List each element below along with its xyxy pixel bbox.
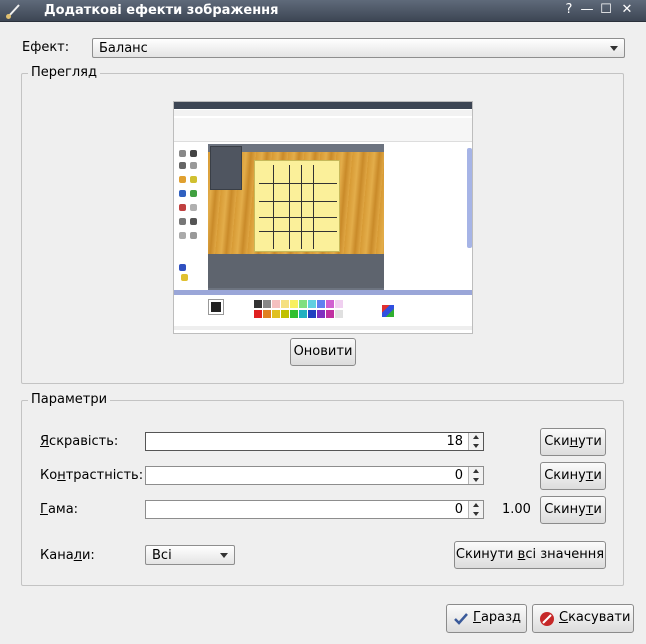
brightness-reset-button[interactable]: Скинути bbox=[540, 428, 606, 456]
checkmark-icon bbox=[454, 613, 468, 625]
contrast-reset-button[interactable]: Скинути bbox=[540, 462, 606, 490]
chevron-down-icon bbox=[610, 46, 618, 51]
gamma-display-value: 1.00 bbox=[502, 502, 531, 517]
effect-select[interactable]: Баланс bbox=[92, 38, 625, 58]
brightness-value: 18 bbox=[446, 434, 463, 449]
window-title: Додаткові ефекти зображення bbox=[44, 3, 279, 18]
spin-down-icon bbox=[473, 478, 479, 482]
brush-icon bbox=[6, 4, 20, 19]
spin-arrows[interactable] bbox=[468, 467, 483, 484]
gamma-spinbox[interactable]: 0 bbox=[145, 500, 484, 519]
preview-group-title: Перегляд bbox=[28, 65, 100, 80]
reset-all-button[interactable]: Скинути всі значення bbox=[454, 541, 606, 569]
close-button[interactable]: ✕ bbox=[619, 2, 635, 18]
effect-label: Ефект: bbox=[22, 40, 70, 55]
minimize-button[interactable]: — bbox=[579, 2, 595, 18]
cancel-icon bbox=[540, 612, 554, 626]
channels-label: Канали: bbox=[40, 548, 95, 563]
spin-up-icon bbox=[473, 435, 479, 439]
spin-up-icon bbox=[473, 503, 479, 507]
spin-arrows[interactable] bbox=[468, 433, 483, 450]
maximize-button[interactable]: ☐ bbox=[598, 2, 614, 18]
spin-arrows[interactable] bbox=[468, 501, 483, 518]
update-button[interactable]: Оновити bbox=[290, 338, 356, 366]
brightness-label: Яскравість: bbox=[40, 434, 119, 449]
channels-select[interactable]: Всі bbox=[145, 545, 235, 565]
gamma-reset-button[interactable]: Скинути bbox=[540, 496, 606, 524]
params-group-title: Параметри bbox=[28, 392, 111, 407]
brightness-spinbox[interactable]: 18 bbox=[145, 432, 484, 451]
help-button[interactable]: ? bbox=[561, 2, 577, 18]
spin-up-icon bbox=[473, 469, 479, 473]
channels-select-value: Всі bbox=[152, 548, 172, 563]
cancel-button[interactable]: Скасувати bbox=[532, 604, 634, 633]
contrast-value: 0 bbox=[454, 468, 463, 483]
effect-select-value: Баланс bbox=[99, 41, 148, 56]
ok-button[interactable]: Гаразд bbox=[446, 604, 527, 633]
preview-image bbox=[173, 101, 473, 334]
gamma-label: Гама: bbox=[40, 502, 79, 517]
contrast-spinbox[interactable]: 0 bbox=[145, 466, 484, 485]
chevron-down-icon bbox=[220, 553, 228, 558]
window-titlebar: Додаткові ефекти зображення ? — ☐ ✕ bbox=[0, 0, 646, 22]
gamma-value: 0 bbox=[454, 502, 463, 517]
spin-down-icon bbox=[473, 444, 479, 448]
spin-down-icon bbox=[473, 512, 479, 516]
contrast-label: Контрастність: bbox=[40, 468, 144, 483]
